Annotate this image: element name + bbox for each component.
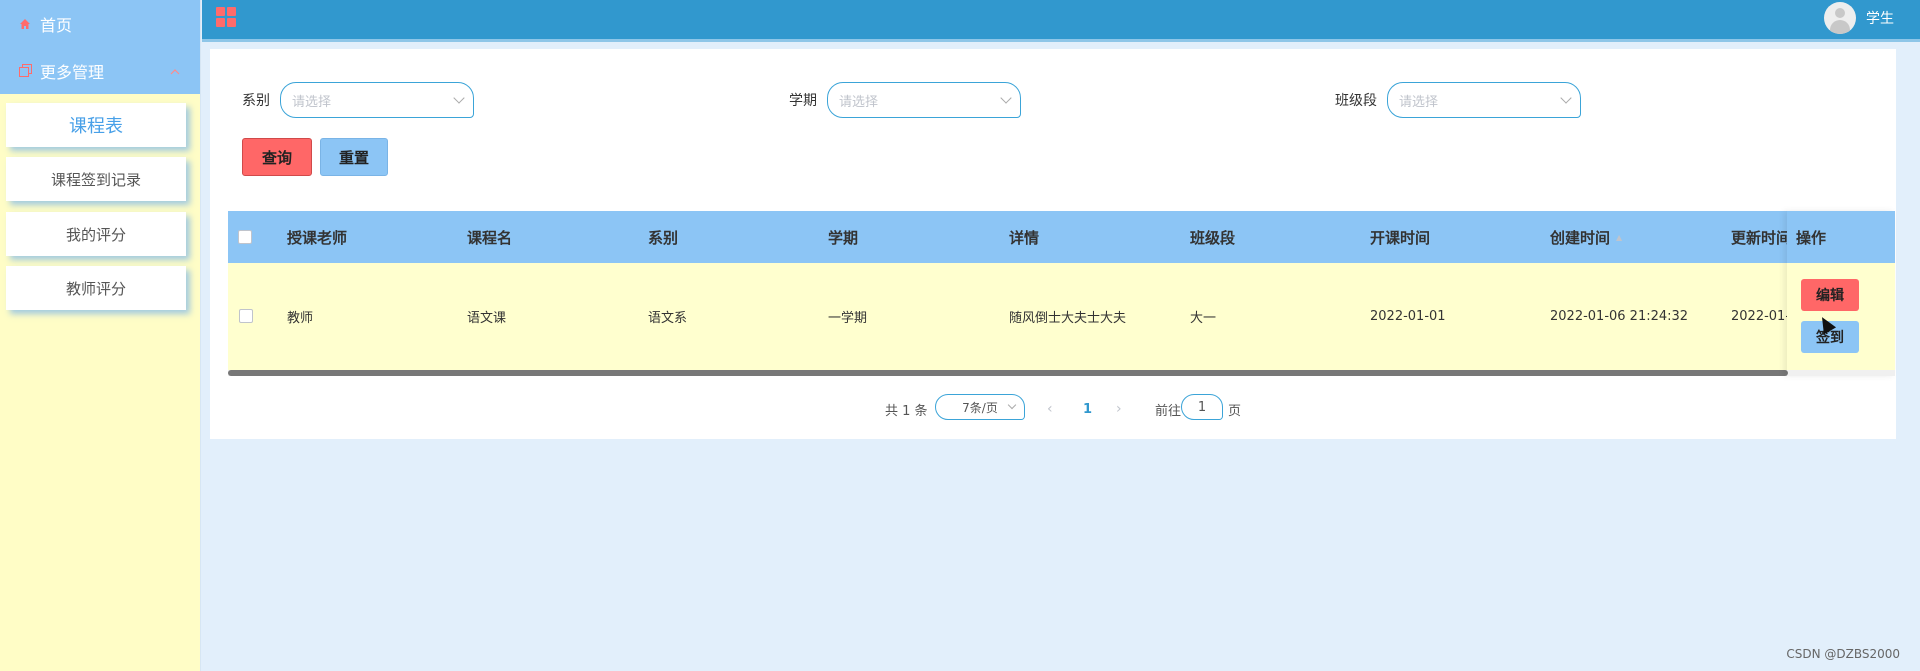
cell-class-level: 大一 [1190, 311, 1217, 326]
prev-page-icon[interactable]: ‹ [1047, 394, 1053, 424]
table-row: 教师 语文课 语文系 一学期 随风倒士大夫士大夫 大一 2022-01-01 2… [228, 263, 1895, 370]
horizontal-scrollbar[interactable] [228, 370, 1895, 376]
operations-column: 操作 编辑 签到 [1787, 211, 1895, 376]
scrollbar-thumb[interactable] [228, 370, 1788, 376]
column-header-label: 创建时间 [1550, 228, 1611, 247]
sidebar: 首页 更多管理 课程表 课程签到记录 我的评分 教师评分 [0, 0, 201, 671]
filter-class-level: 班级段 请选择 [1335, 82, 1581, 118]
filter-label: 系别 [242, 93, 270, 109]
course-table: 授课老师 课程名 系别 学期 详情 班级段 开课时间 创建时间 ▲ 更新时间 教… [228, 211, 1895, 376]
sidebar-subitem-sign-records[interactable]: 课程签到记录 [6, 157, 186, 201]
filter-semester: 学期 请选择 [789, 82, 1021, 118]
table-header: 授课老师 课程名 系别 学期 详情 班级段 开课时间 创建时间 ▲ 更新时间 [228, 211, 1895, 263]
user-name: 学生 [1866, 11, 1894, 27]
sidebar-menu: 首页 更多管理 [0, 0, 200, 94]
column-header-course-name[interactable]: 课程名 [467, 211, 512, 263]
column-header-created-time[interactable]: 创建时间 ▲ [1550, 211, 1622, 263]
column-header-updated-time[interactable]: 更新时间 [1731, 211, 1788, 263]
select-all-checkbox[interactable] [238, 230, 252, 244]
edit-button[interactable]: 编辑 [1801, 279, 1859, 311]
cell-department: 语文系 [648, 311, 688, 326]
filter-label: 班级段 [1335, 93, 1377, 109]
avatar [1824, 2, 1856, 34]
reset-button[interactable]: 重置 [320, 138, 388, 176]
page-size-select[interactable]: 7条/页 [935, 394, 1025, 420]
sidebar-item-more-management[interactable]: 更多管理 [0, 47, 200, 94]
select-placeholder: 请选择 [839, 94, 879, 110]
sidebar-subitem-label: 课程签到记录 [50, 170, 141, 189]
chevron-down-icon [1000, 92, 1012, 104]
column-header-class-level[interactable]: 班级段 [1190, 211, 1235, 263]
filter-department: 系别 请选择 [242, 82, 474, 118]
filter-label: 学期 [789, 93, 817, 109]
sidebar-item-home[interactable]: 首页 [0, 0, 200, 47]
select-placeholder: 请选择 [1399, 94, 1439, 110]
user-menu[interactable]: 学生 [1824, 1, 1894, 35]
main-panel: 系别 请选择 学期 请选择 班级段 请选择 查询 重置 授课老师 课程名 系别 … [210, 49, 1896, 439]
home-icon [18, 17, 32, 31]
chevron-up-icon [170, 64, 180, 78]
select-placeholder: 请选择 [292, 94, 332, 110]
operations-cell: 编辑 签到 [1787, 263, 1895, 370]
column-header-details[interactable]: 详情 [1009, 211, 1039, 263]
cell-course-name: 语文课 [467, 311, 507, 326]
grid-menu-icon[interactable] [216, 7, 236, 27]
sort-icon[interactable]: ▲ [1616, 233, 1622, 242]
page-number-current[interactable]: 1 [1083, 394, 1092, 424]
pagination-total: 共 1 条 [885, 403, 928, 419]
cell-teacher: 教师 [287, 311, 314, 326]
sidebar-subitem-teacher-rating[interactable]: 教师评分 [6, 266, 186, 310]
sidebar-subitem-course-table[interactable]: 课程表 [6, 103, 186, 147]
cell-details: 随风倒士大夫士大夫 [1009, 311, 1127, 326]
cell-created-time: 2022-01-06 21:24:32 [1550, 309, 1689, 324]
watermark: CSDN @DZBS2000 [1786, 647, 1900, 661]
sidebar-item-label: 更多管理 [40, 62, 105, 82]
class-level-select[interactable]: 请选择 [1387, 82, 1581, 118]
cell-start-date: 2022-01-01 [1370, 309, 1446, 324]
sidebar-subitem-label: 课程表 [69, 116, 123, 137]
chevron-down-icon [1560, 92, 1572, 104]
semester-select[interactable]: 请选择 [827, 82, 1021, 118]
chevron-down-icon [453, 92, 465, 104]
cell-updated-time: 2022-01-0 [1731, 309, 1788, 324]
page-size-value: 7条/页 [962, 400, 998, 415]
copy-icon [18, 64, 32, 78]
pagination: 共 1 条 7条/页 ‹ 1 › 前往 1 页 [210, 394, 1896, 424]
column-header-operations: 操作 [1787, 211, 1895, 263]
row-checkbox[interactable] [239, 309, 253, 323]
column-header-semester[interactable]: 学期 [828, 211, 858, 263]
goto-page-input[interactable]: 1 [1181, 394, 1223, 420]
cell-semester: 一学期 [828, 311, 868, 326]
goto-label: 前往 [1155, 403, 1182, 419]
next-page-icon[interactable]: › [1116, 394, 1122, 424]
chevron-down-icon [1007, 400, 1017, 410]
sidebar-item-label: 首页 [40, 15, 73, 35]
sidebar-subitem-label: 教师评分 [65, 279, 126, 298]
department-select[interactable]: 请选择 [280, 82, 474, 118]
top-header: 学生 [202, 0, 1920, 42]
column-header-department[interactable]: 系别 [648, 211, 678, 263]
page-suffix: 页 [1228, 403, 1242, 419]
column-header-start-date[interactable]: 开课时间 [1370, 211, 1430, 263]
sidebar-subitem-label: 我的评分 [65, 225, 126, 244]
search-button[interactable]: 查询 [242, 138, 312, 176]
sidebar-subitem-my-rating[interactable]: 我的评分 [6, 212, 186, 256]
column-header-teacher[interactable]: 授课老师 [287, 211, 347, 263]
